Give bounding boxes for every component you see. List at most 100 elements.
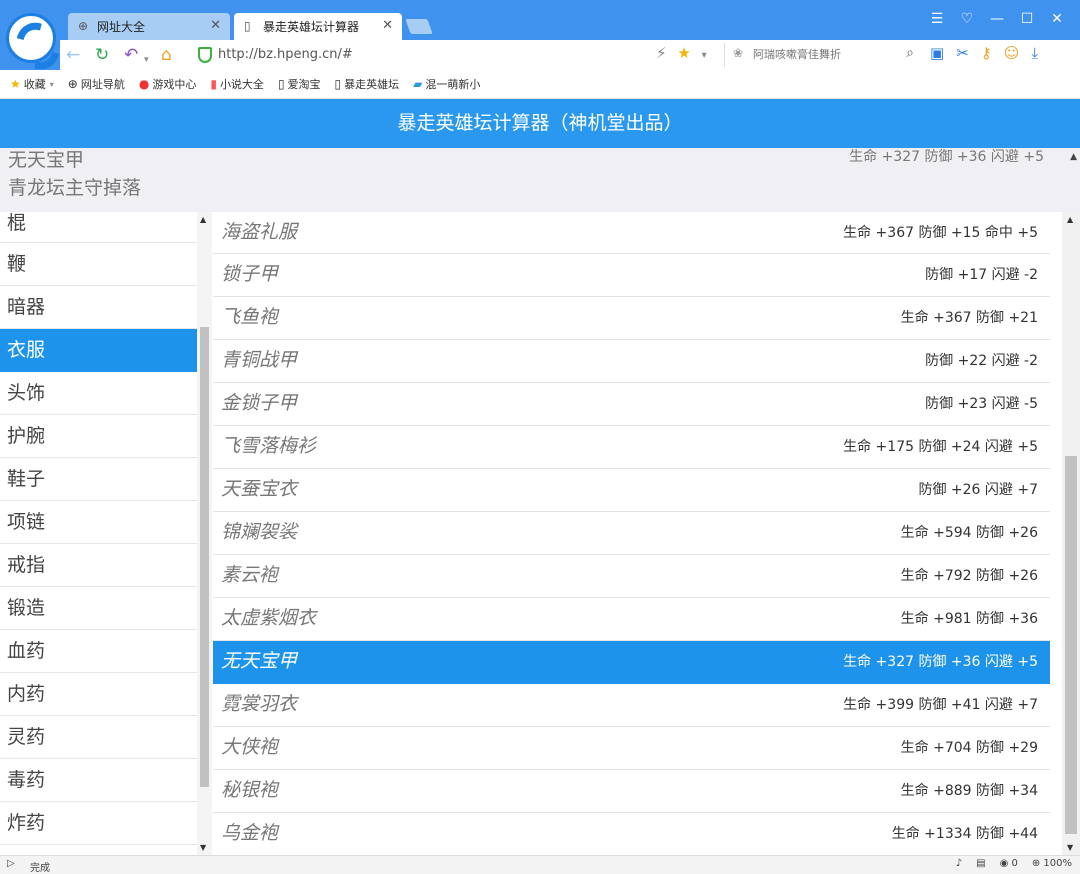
category-sidebar: 棍 鞭 暗器 衣服 头饰 护腕 鞋子 项链 戒指 锻造 血药 内药 灵药 毒药 … [0,212,197,855]
list-item[interactable]: 锁子甲 防御 +17 闪避 -2 [213,254,1050,297]
star-icon[interactable]: ★ [677,44,690,62]
bookmark-nav[interactable]: ⊕ 网址导航 [68,76,125,92]
speaker-icon[interactable]: ♪ [956,858,962,869]
bookmark-novels[interactable]: ▮ 小说大全 [210,76,264,92]
item-list-scroll-thumb[interactable] [1065,456,1077,834]
item-stats: 生命 +327 防御 +36 闪避 +5 [843,654,1038,670]
item-list: 海盗礼服 生命 +367 防御 +15 命中 +5 锁子甲 防御 +17 闪避 -2… [213,212,1050,855]
item-name: 天蚕宝衣 [221,478,298,500]
category-item[interactable]: 炸药 [0,802,197,845]
category-item[interactable]: 毒药 [0,759,197,802]
undo-icon[interactable]: ↶ [124,44,138,66]
back-icon[interactable]: ← [66,44,80,66]
status-tools: ♪ ▤ ◉ 0 ⊕ 100% [956,858,1072,869]
extension-icon[interactable]: ▣ [930,44,944,62]
category-item[interactable]: 鞋子 [0,458,197,501]
globe-icon: ⊕ [78,19,89,33]
close-tab-icon[interactable]: ✕ [382,18,393,33]
new-tab-button[interactable] [405,19,433,34]
scroll-down-icon[interactable]: ▼ [1067,843,1073,852]
maximize-icon[interactable]: ☐ [1012,11,1042,27]
list-item[interactable]: 霓裳羽衣 生命 +399 防御 +41 闪避 +7 [213,684,1050,727]
tab-nav-portal[interactable]: ⊕ 网址大全 ✕ [68,13,230,40]
url-text[interactable]: http://bz.hpeng.cn/# [218,47,353,62]
scroll-up-icon[interactable]: ▲ [200,215,206,224]
lightning-icon[interactable]: ⚡ [656,44,667,62]
globe-icon: ⊕ [67,77,78,91]
list-item[interactable]: 天蚕宝衣 防御 +26 闪避 +7 [213,469,1050,512]
sidebar-scroll-thumb[interactable] [200,327,209,787]
toolbar-icons: ▣ ✂ ⚷ ☺ ⤓ [930,44,1038,62]
close-window-icon[interactable]: ✕ [1042,11,1072,27]
category-item[interactable]: 暗器 [0,286,197,329]
list-item[interactable]: 素云袍 生命 +792 防御 +26 [213,555,1050,598]
address-bar-row: ← ↻ ↶ ▾ ⌂ http://bz.hpeng.cn/# ⚡ ★ ▾ ❀ ⌕… [60,40,1080,70]
smile-icon[interactable]: ☺ [1004,44,1020,62]
minimize-icon[interactable]: — [982,11,1012,27]
scroll-up-icon[interactable]: ▲ [1067,215,1073,224]
bookmark-top[interactable]: ▰ 混一萌新小 [413,76,480,92]
category-item[interactable]: 护腕 [0,415,197,458]
item-stats: 生命 +594 防御 +26 [900,525,1038,541]
item-stats: 防御 +22 闪避 -2 [925,353,1038,369]
adblock-indicator[interactable]: ◉ 0 [1000,858,1018,869]
category-item[interactable]: 血药 [0,630,197,673]
zoom-indicator[interactable]: ⊕ 100% [1032,858,1072,869]
chevron-down-icon[interactable]: ▾ [702,50,707,61]
bookmarks-bar: ★ 收藏 ▾ ⊕ 网址导航 ● 游戏中心 ▮ 小说大全 ▯ 爱淘宝 ▯ 暴走英雄坛 ▰ 混一萌新… [0,70,1080,99]
category-item[interactable]: 灵药 [0,716,197,759]
sidebar-scrollbar[interactable]: ▲ ▼ [197,212,212,855]
status-text: 完成 [30,863,50,874]
category-item[interactable]: 戒指 [0,544,197,587]
bookmark-games[interactable]: ● 游戏中心 [139,76,196,92]
list-item[interactable]: 锦斓袈裟 生命 +594 防御 +26 [213,512,1050,555]
bookmark-favorites[interactable]: ★ 收藏 ▾ [10,76,54,92]
list-item[interactable]: 飞雪落梅衫 生命 +175 防御 +24 闪避 +5 [213,426,1050,469]
category-item[interactable]: 项链 [0,501,197,544]
search-icon[interactable]: ⌕ [906,45,914,61]
item-stats: 生命 +1334 防御 +44 [891,826,1038,842]
scroll-down-icon[interactable]: ▼ [200,843,206,852]
category-item[interactable]: 内药 [0,673,197,716]
menu-icon[interactable]: ☰ [922,11,952,27]
item-stats: 生命 +889 防御 +34 [900,783,1038,799]
list-item[interactable]: 太虚紫烟衣 生命 +981 防御 +36 [213,598,1050,641]
key-icon[interactable]: ⚷ [981,44,992,62]
refresh-icon[interactable]: ↻ [95,44,109,66]
selected-item-stats: 生命 +327 防御 +36 闪避 +5 [849,149,1044,165]
list-item[interactable]: 乌金袍 生命 +1334 防御 +44 [213,813,1050,855]
category-item[interactable]: 头饰 [0,372,197,415]
skin-icon[interactable]: ♡ [952,11,982,27]
page-scroll-up-icon[interactable]: ▲ [1070,152,1077,162]
page-icon: ▯ [277,77,285,91]
list-item-selected[interactable]: 无天宝甲 生命 +327 防御 +36 闪避 +5 [213,641,1050,684]
scissors-icon[interactable]: ✂ [956,44,969,62]
item-name: 青铜战甲 [221,349,298,371]
list-item[interactable]: 大侠袍 生命 +704 防御 +29 [213,727,1050,770]
category-item[interactable]: 鞭 [0,243,197,286]
item-list-scrollbar[interactable]: ▲ ▼ [1062,212,1080,855]
play-icon[interactable]: ▷ [7,858,15,869]
home-icon[interactable]: ⌂ [161,44,172,66]
tab-calculator[interactable]: ▯ 暴走英雄坛计算器 ✕ [234,13,402,40]
chevron-down-icon[interactable]: ▾ [144,49,149,71]
search-input[interactable] [753,43,913,66]
browser-logo-icon[interactable] [6,13,56,63]
item-stats: 生命 +399 防御 +41 闪避 +7 [843,697,1038,713]
list-item[interactable]: 秘银袍 生命 +889 防御 +34 [213,770,1050,813]
window-controls: ☰ ♡ — ☐ ✕ [922,11,1072,27]
category-item[interactable]: 棍 [0,212,197,243]
list-item[interactable]: 海盗礼服 生命 +367 防御 +15 命中 +5 [213,212,1050,254]
list-item[interactable]: 青铜战甲 防御 +22 闪避 -2 [213,340,1050,383]
download-icon[interactable]: ⤓ [1031,44,1038,62]
clipboard-icon[interactable]: ▤ [976,858,985,869]
security-shield-icon[interactable] [198,47,212,63]
list-item[interactable]: 金锁子甲 防御 +23 闪避 -5 [213,383,1050,426]
list-item[interactable]: 飞鱼袍 生命 +367 防御 +21 [213,297,1050,340]
bookmark-taobao[interactable]: ▯ 爱淘宝 [278,76,321,92]
category-item-active[interactable]: 衣服 [0,329,197,372]
bookmark-game-site[interactable]: ▯ 暴走英雄坛 [335,76,400,92]
item-name: 秘银袍 [221,779,279,801]
category-item[interactable]: 锻造 [0,587,197,630]
close-tab-icon[interactable]: ✕ [210,18,221,33]
